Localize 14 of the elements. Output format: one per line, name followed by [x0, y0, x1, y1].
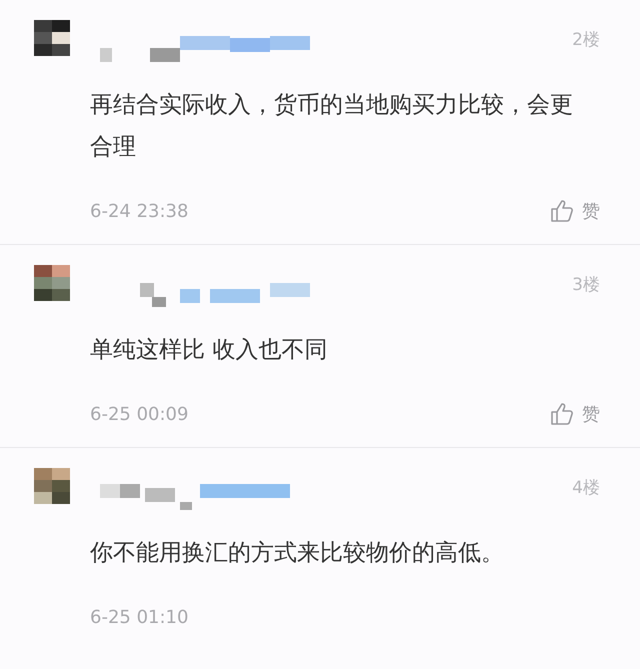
floor-number: 2楼 [572, 29, 600, 52]
floor-number: 4楼 [572, 477, 600, 500]
like-button[interactable]: 赞 [550, 400, 600, 428]
like-button[interactable]: 赞 [550, 198, 600, 224]
comment-text: 单纯这样比 收入也不同 [90, 337, 328, 363]
floor-number: 3楼 [572, 274, 600, 297]
avatar-icon[interactable] [34, 20, 70, 56]
thumbs-up-icon [550, 402, 574, 426]
comment-time: 6-25 00:09 [90, 402, 188, 426]
comment-text: 你不能用换汇的方式来比较物价的高低。 [90, 540, 504, 566]
comment-time: 6-25 01:10 [90, 606, 188, 630]
thumbs-up-icon [550, 199, 574, 223]
comment-text: 再结合实际收入，货币的当地购买力比较，会更合理 [90, 92, 573, 160]
comment-time: 6-24 23:38 [90, 200, 188, 224]
